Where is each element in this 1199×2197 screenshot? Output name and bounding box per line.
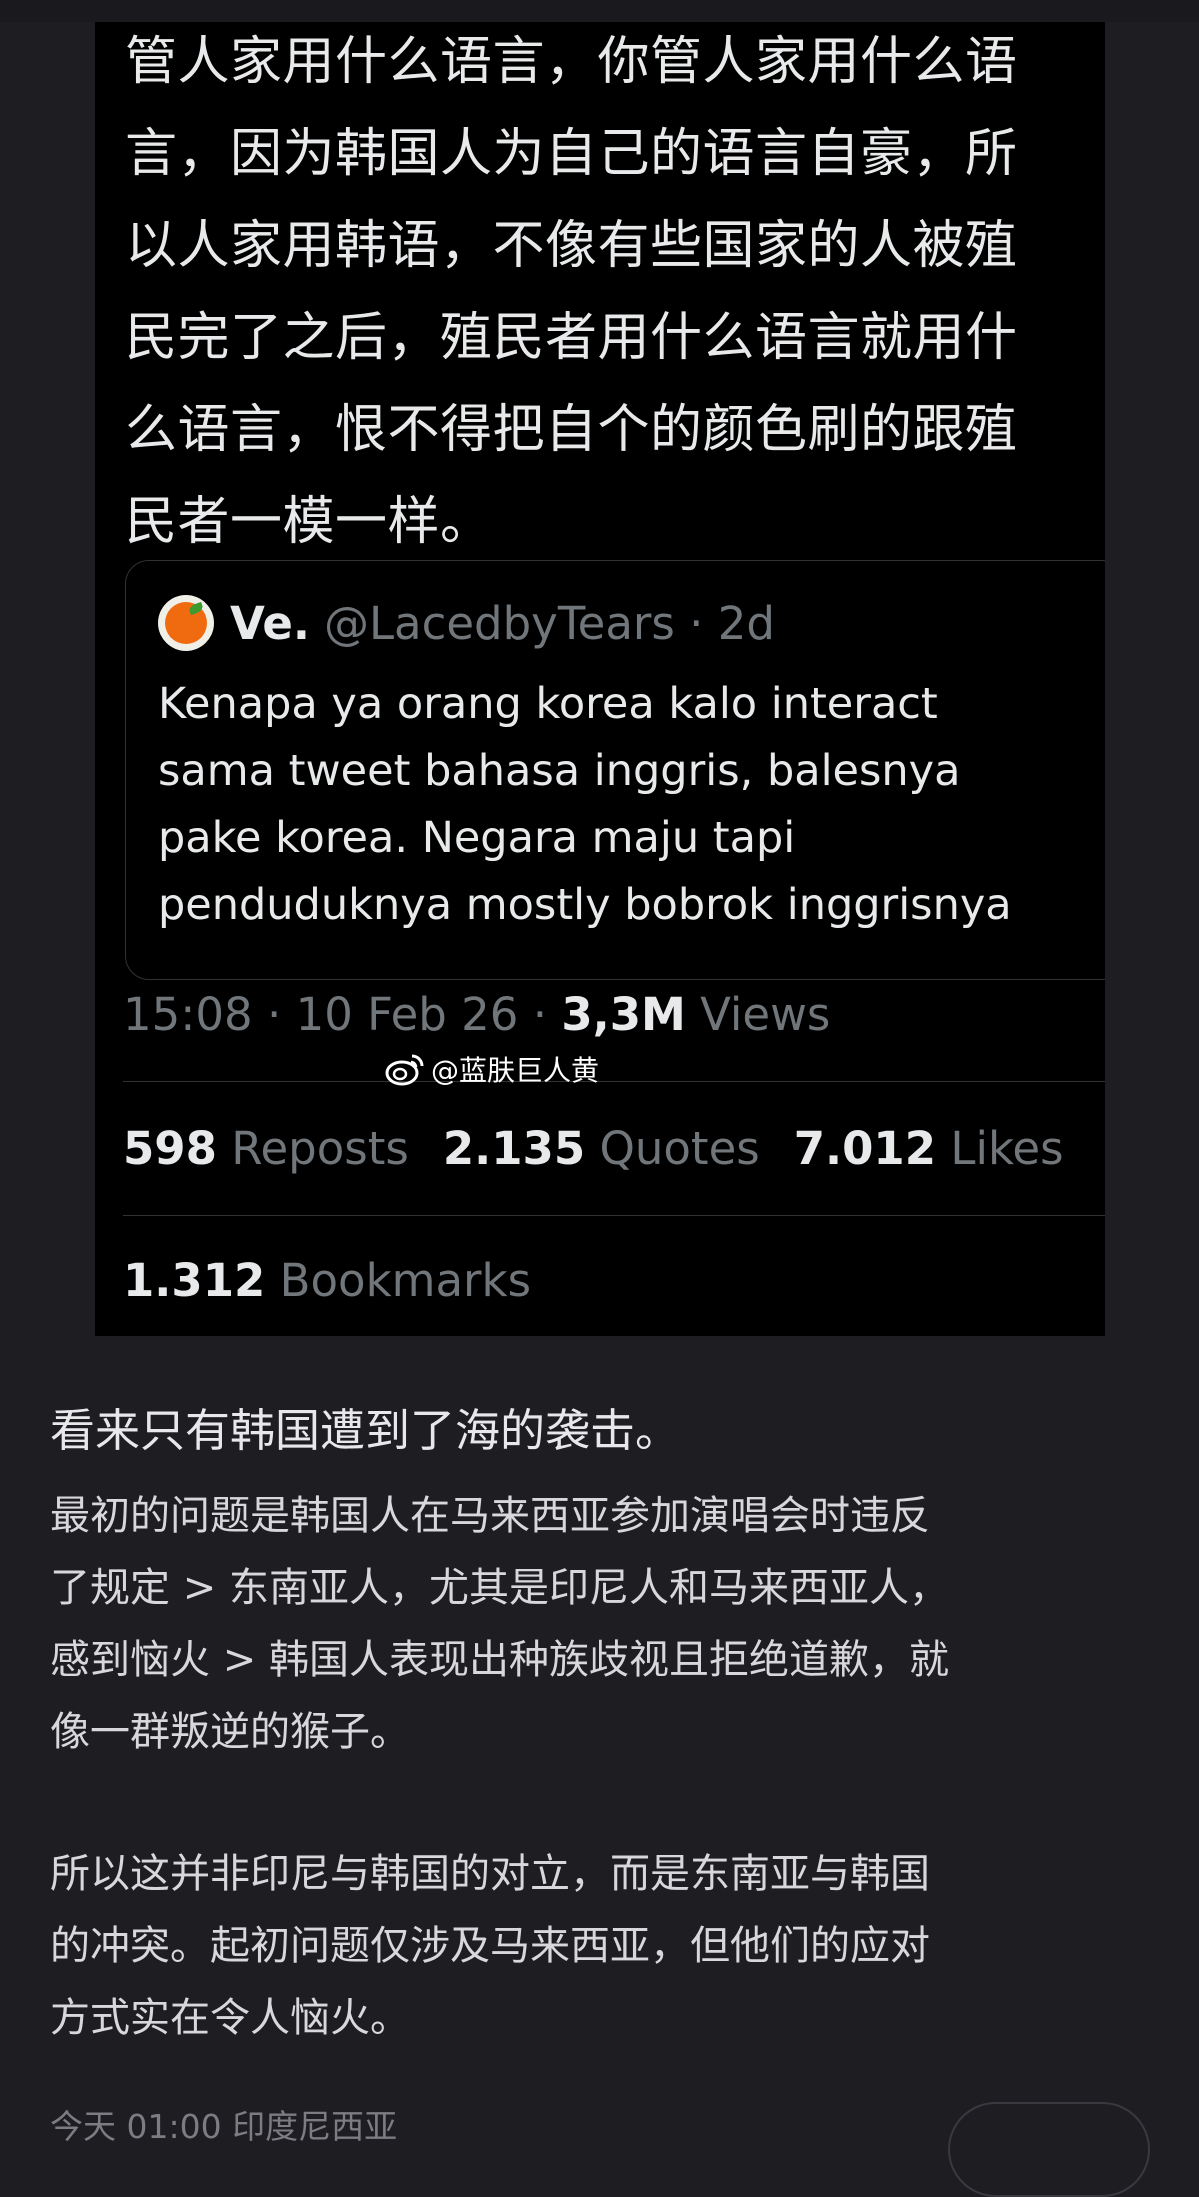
engagement-stats: 598 Reposts 2.135 Quotes 7.012 Likes (123, 1122, 1098, 1175)
likes-count: 7.012 (793, 1122, 937, 1175)
tweet-timestamp: 15:08 · 10 Feb 26 · (123, 988, 562, 1041)
views-count: 3,3M (561, 988, 686, 1041)
tweet-meta: 15:08 · 10 Feb 26 · 3,3M Views (123, 988, 830, 1041)
avatar[interactable] (158, 595, 214, 651)
reposts-count: 598 (123, 1122, 217, 1175)
bookmarks-stat[interactable]: 1.312 Bookmarks (123, 1254, 531, 1307)
embedded-tweet-screenshot[interactable]: 管人家用什么语言，你管人家用什么语 言，因为韩国人为自己的语言自豪，所 以人家用… (95, 22, 1105, 1336)
post-paragraph-1: 最初的问题是韩国人在马来西亚参加演唱会时违反 了规定 > 东南亚人，尤其是印尼人… (50, 1493, 949, 1755)
floating-action-button[interactable] (948, 2102, 1150, 2197)
reposts-label: Reposts (216, 1122, 409, 1175)
tweet-text: 管人家用什么语言，你管人家用什么语 言，因为韩国人为自己的语言自豪，所 以人家用… (125, 32, 1018, 552)
watermark-text: @蓝肤巨人黄 (431, 1054, 600, 1087)
post-headline: 看来只有韩国遭到了海的袭击。 (50, 1404, 681, 1457)
likes-stat[interactable]: 7.012 Likes (794, 1122, 1064, 1175)
quoted-tweet-header: Ve. @LacedbyTears · 2d (158, 591, 775, 655)
likes-label: Likes (936, 1122, 1064, 1175)
quoted-author-name[interactable]: Ve. (230, 597, 310, 650)
quoted-tweet-card[interactable]: Ve. @LacedbyTears · 2d Kenapa ya orang k… (125, 560, 1105, 980)
quotes-count: 2.135 (442, 1122, 586, 1175)
views-label: Views (685, 988, 831, 1041)
top-edge (0, 0, 1199, 22)
quotes-stat[interactable]: 2.135 Quotes (443, 1122, 760, 1175)
quoted-author-handle: @LacedbyTears · 2d (323, 596, 775, 650)
post-paragraph-2: 所以这并非印尼与韩国的对立，而是东南亚与韩国 的冲突。起初问题仅涉及马来西亚，但… (50, 1851, 930, 2041)
divider (123, 1081, 1105, 1082)
bookmarks-count: 1.312 (123, 1254, 266, 1307)
weibo-icon (385, 1054, 424, 1086)
orange-fruit-icon (165, 601, 207, 644)
watermark: @蓝肤巨人黄 (385, 1049, 599, 1089)
quoted-tweet-text: Kenapa ya orang korea kalo interact sama… (158, 679, 1012, 930)
quotes-label: Quotes (585, 1122, 760, 1175)
reposts-stat[interactable]: 598 Reposts (123, 1122, 409, 1175)
bookmarks-label: Bookmarks (265, 1254, 532, 1307)
divider (123, 1215, 1105, 1216)
post-time-location: 今天 01:00 印度尼西亚 (50, 2107, 398, 2146)
